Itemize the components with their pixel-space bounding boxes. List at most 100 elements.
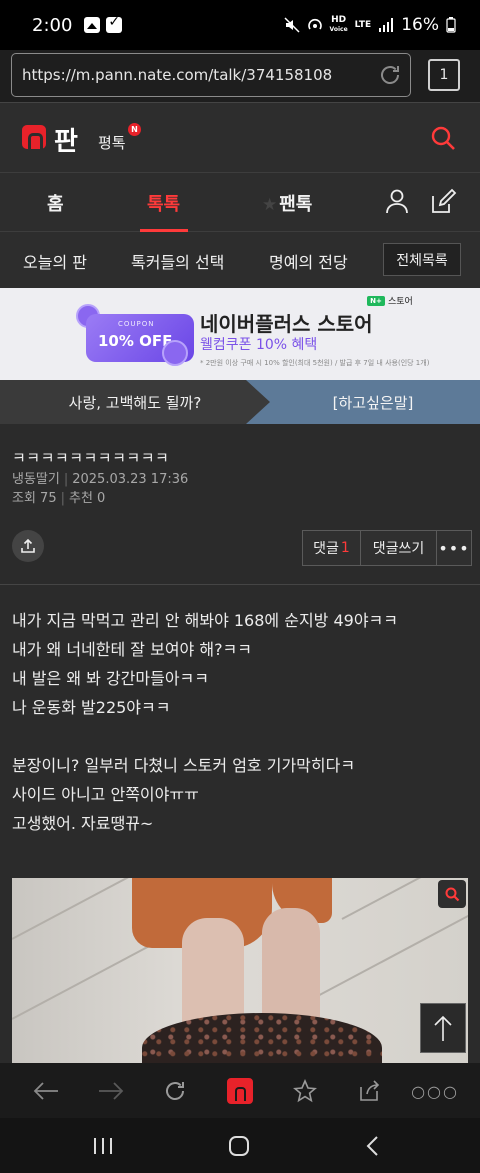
system-navigation-bar — [0, 1118, 480, 1173]
post-body-line: 나 운동화 발225야ㅋㅋ — [12, 698, 171, 717]
hotspot-icon — [307, 18, 322, 30]
bookmark-button[interactable] — [291, 1077, 319, 1105]
post-image[interactable] — [12, 878, 468, 1063]
back-chevron-icon — [366, 1136, 378, 1156]
status-bar: 2:00 HDVoice LTE 16% — [0, 0, 480, 50]
recent-apps-icon — [94, 1138, 112, 1154]
gallery-icon — [84, 17, 101, 33]
back-button[interactable] — [32, 1077, 60, 1105]
mute-icon — [284, 17, 300, 33]
home-icon — [229, 1136, 249, 1156]
post-views: 조회 75 — [12, 491, 57, 506]
post-body-line: 내가 지금 막먹고 관리 안 해봐야 168에 순지방 49야ㅋㅋ — [12, 611, 398, 630]
post-meta-author: 냉동딸기 | 2025.03.23 17:36 — [12, 472, 189, 487]
arrow-right-icon — [99, 1082, 124, 1100]
post-body-blank-line — [12, 722, 468, 751]
ad-banner[interactable]: COUPON 10% OFF N+ 스토어 네이버플러스 스토어 웰컴쿠폰 10… — [0, 288, 480, 380]
post-action-row: 댓글 1 댓글쓰기 ••• — [12, 530, 472, 566]
hd-voice-indicator: HD Voice — [329, 15, 348, 34]
share-icon — [21, 538, 35, 553]
post-body-line: 내가 왜 너네한테 잘 보여야 해?ㅋㅋ — [12, 640, 253, 659]
post-body: 내가 지금 막먹고 관리 안 해봐야 168에 순지방 49야ㅋㅋ 내가 왜 너… — [12, 606, 468, 838]
category-board-link[interactable]: 사랑, 고백해도 될까? — [0, 380, 270, 424]
pann-logo-text[interactable]: 판 — [54, 121, 78, 158]
post-divider — [0, 584, 480, 585]
ad-title: 네이버플러스 스토어 — [200, 312, 373, 336]
search-icon[interactable] — [430, 125, 456, 151]
edit-icon[interactable] — [429, 188, 457, 216]
battery-icon — [446, 17, 456, 33]
check-icon — [106, 14, 123, 33]
system-back-button[interactable] — [361, 1134, 385, 1158]
write-comment-button[interactable]: 댓글쓰기 — [361, 531, 437, 565]
image-zoom-button[interactable] — [438, 880, 466, 908]
share-button[interactable] — [12, 530, 44, 562]
site-header: 판 평톡 N — [0, 102, 480, 172]
comments-label: 댓글 — [313, 541, 339, 557]
all-list-button[interactable]: 전체목록 — [383, 243, 461, 276]
url-text: https://m.pann.nate.com/talk/374158108 — [22, 66, 333, 84]
nav-today-pann[interactable]: 오늘의 판 — [23, 249, 87, 273]
refresh-icon — [166, 1082, 184, 1100]
battery-level: 16% — [401, 15, 439, 35]
floor-plank-line — [311, 904, 468, 1000]
reload-icon[interactable] — [378, 63, 402, 87]
nate-logo-icon[interactable] — [22, 125, 46, 152]
nav-talker-choice[interactable]: 톡커들의 선택 — [131, 249, 224, 273]
tab-fantok-label: 팬톡 — [279, 194, 313, 215]
signal-icon — [379, 18, 394, 32]
status-time: 2:00 — [32, 14, 73, 36]
more-options-button[interactable]: ••• — [437, 531, 471, 565]
category-tag-label: [하고싶은말] — [332, 393, 414, 412]
browser-toolbar: ○○○ — [0, 1063, 480, 1118]
post-body-line: 사이드 아니고 안쪽이야ㅠㅠ — [12, 785, 199, 804]
post-body-line: 내 발은 왜 봐 강간마들아ㅋㅋ — [12, 669, 209, 688]
coupon-discount: 10% OFF — [98, 332, 173, 350]
lte-indicator: LTE — [354, 19, 372, 30]
ad-brand: N+ 스토어 — [367, 294, 413, 307]
comment-button-group: 댓글 1 댓글쓰기 ••• — [302, 530, 472, 566]
share-icon — [360, 1080, 380, 1101]
post-date: 2025.03.23 17:36 — [72, 472, 189, 487]
tab-home[interactable]: 홈 — [47, 190, 64, 216]
browser-menu-button[interactable]: ○○○ — [411, 1077, 457, 1105]
more-dots-icon: ○○○ — [411, 1081, 459, 1101]
post-author: 냉동딸기 — [12, 472, 60, 487]
system-home-button[interactable] — [227, 1134, 251, 1158]
tab-count: 1 — [439, 67, 449, 83]
comments-button[interactable]: 댓글 1 — [303, 531, 361, 565]
user-icon[interactable] — [384, 188, 410, 214]
share-page-button[interactable] — [355, 1077, 383, 1105]
url-input[interactable]: https://m.pann.nate.com/talk/374158108 — [11, 53, 411, 97]
post-title: ㅋㅋㅋㅋㅋㅋㅋㅋㅋㅋㅋ — [12, 449, 170, 467]
nate-home-button[interactable] — [226, 1077, 254, 1105]
forward-button[interactable] — [97, 1077, 125, 1105]
naver-plus-badge: N+ — [367, 295, 385, 306]
main-tabs: 홈 톡톡 ★ 팬톡 — [0, 172, 480, 232]
ad-fine-print: * 2만원 이상 구매 시 10% 할인(최대 5천원) / 발급 후 7일 내… — [200, 359, 430, 367]
arrow-up-icon — [434, 1015, 452, 1041]
coupon-label: COUPON — [118, 320, 155, 328]
status-indicators: HD Voice LTE 16% — [284, 15, 456, 35]
ad-subtitle: 웰컴쿠폰 10% 혜택 — [200, 337, 318, 353]
arrow-left-icon — [33, 1082, 58, 1100]
tab-switcher-button[interactable]: 1 — [428, 59, 460, 91]
zoom-icon — [445, 887, 460, 902]
category-bar: 사랑, 고백해도 될까? [하고싶은말] — [0, 380, 480, 424]
category-tag-link[interactable]: [하고싶은말] — [246, 380, 480, 424]
browser-url-bar: https://m.pann.nate.com/talk/374158108 1 — [0, 50, 480, 102]
star-outline-icon — [293, 1079, 317, 1103]
tab-fantok[interactable]: ★ 팬톡 — [262, 190, 312, 216]
sub-navigation: 오늘의 판 톡커들의 선택 명예의 전당 전체목록 — [0, 232, 480, 288]
pyeongtok-link[interactable]: 평톡 — [98, 132, 126, 153]
post-meta-stats: 조회 75 | 추천 0 — [12, 491, 106, 506]
recent-apps-button[interactable] — [91, 1134, 115, 1158]
new-badge: N — [128, 123, 141, 136]
scroll-top-button[interactable] — [420, 1003, 466, 1053]
nav-hall-of-fame[interactable]: 명예의 전당 — [269, 249, 348, 273]
star-icon: ★ — [262, 195, 278, 215]
photo-skirt — [142, 1013, 382, 1063]
tab-toktok[interactable]: 톡톡 — [147, 190, 180, 216]
comment-count: 1 — [340, 540, 350, 556]
refresh-button[interactable] — [161, 1077, 189, 1105]
